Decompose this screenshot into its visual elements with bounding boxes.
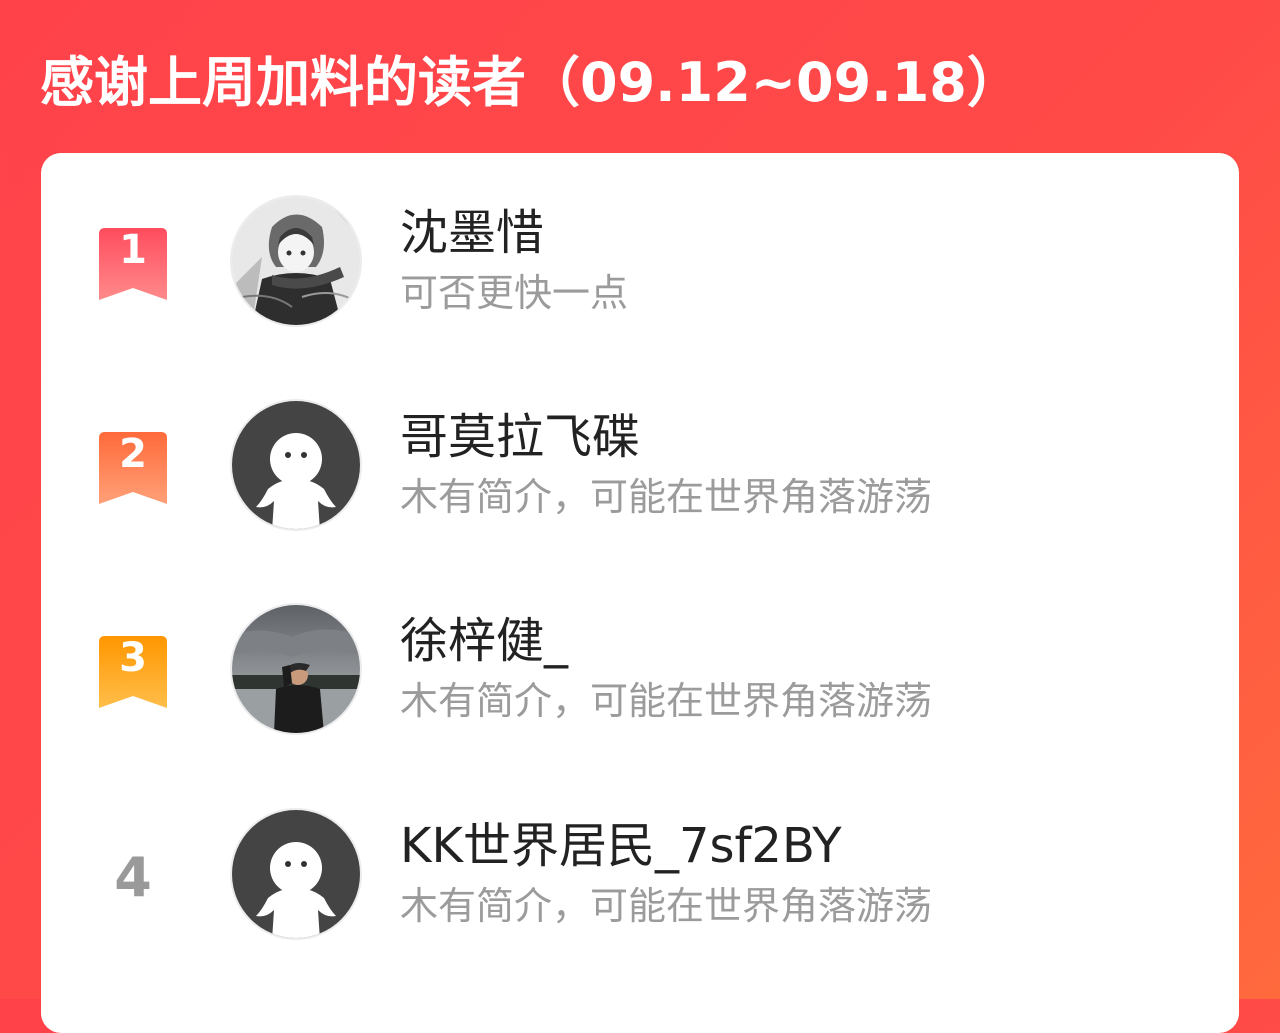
reader-description: 可否更快一点 bbox=[400, 271, 629, 315]
rank-number: 2 bbox=[119, 431, 147, 477]
page-title: 感谢上周加料的读者（09.12~09.18） bbox=[40, 51, 1021, 114]
reader-row[interactable]: 3 徐梓健_ 木有简介，可能在世界角落游荡 bbox=[41, 603, 1239, 743]
reader-row[interactable]: 2 哥莫拉飞碟 木有简介，可能在世界角落游荡 bbox=[41, 399, 1239, 539]
rank-number: 1 bbox=[119, 227, 147, 273]
reader-name[interactable]: 沈墨惜 bbox=[400, 203, 544, 263]
avatar[interactable] bbox=[230, 195, 362, 327]
reader-row[interactable]: 4 KK世界居民_7sf2BY 木有简介，可能在世界角落游荡 bbox=[41, 808, 1239, 948]
rank-badge: 2 bbox=[99, 432, 167, 504]
avatar[interactable] bbox=[230, 603, 362, 735]
avatar[interactable] bbox=[230, 808, 362, 940]
avatar[interactable] bbox=[230, 399, 362, 531]
default-ghost-avatar bbox=[232, 401, 360, 529]
rank-number: 4 bbox=[114, 846, 152, 909]
reader-description: 木有简介，可能在世界角落游荡 bbox=[400, 475, 933, 519]
anime-character-avatar bbox=[232, 197, 360, 325]
rank-number: 3 bbox=[119, 635, 147, 681]
reader-row[interactable]: 1 沈墨惜 可否更快一点 bbox=[41, 195, 1239, 335]
reader-description: 木有简介，可能在世界角落游荡 bbox=[400, 884, 933, 928]
person-photo-avatar bbox=[232, 605, 360, 733]
default-ghost-avatar bbox=[232, 810, 360, 938]
reader-name[interactable]: 哥莫拉飞碟 bbox=[400, 407, 640, 467]
reader-description: 木有简介，可能在世界角落游荡 bbox=[400, 679, 933, 723]
reader-list-card: 1 沈墨惜 可否更快一点 2 哥莫拉飞碟 木有简介，可能在世界角落游荡 3 徐梓… bbox=[41, 153, 1239, 1033]
reader-name[interactable]: KK世界居民_7sf2BY bbox=[400, 816, 842, 876]
rank-badge: 1 bbox=[99, 228, 167, 300]
rank-badge: 3 bbox=[99, 636, 167, 708]
reader-name[interactable]: 徐梓健_ bbox=[400, 611, 568, 671]
